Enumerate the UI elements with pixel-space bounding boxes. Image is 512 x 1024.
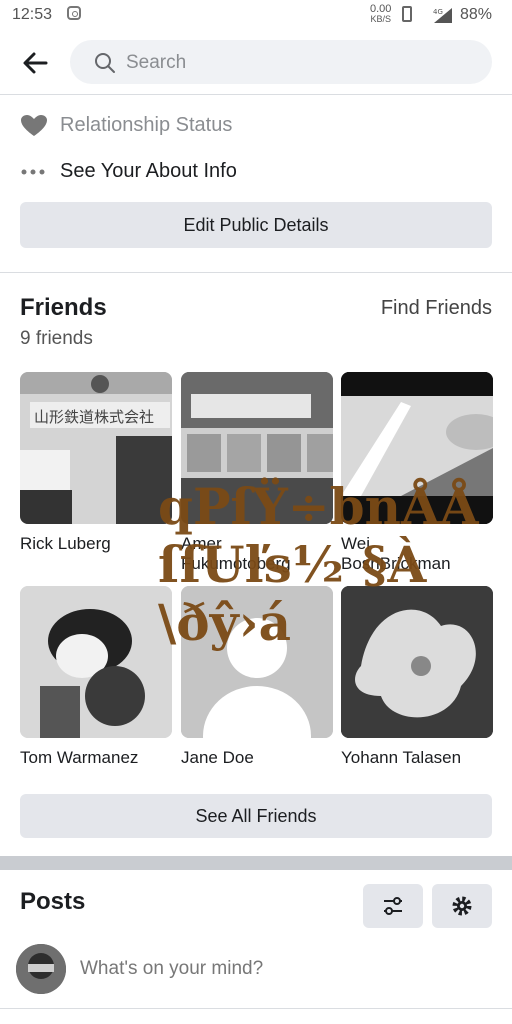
- friend-name: Tom Warmanez: [20, 748, 139, 767]
- profile-avatar[interactable]: [16, 944, 66, 994]
- relationship-status-label: Relationship Status: [60, 114, 233, 136]
- friend-card[interactable]: Jane Doe: [181, 586, 333, 768]
- default-avatar-icon: [181, 586, 333, 738]
- more-dots-icon: [21, 169, 45, 175]
- see-about-info-row[interactable]: See Your About Info: [0, 152, 512, 192]
- settings-button[interactable]: [432, 884, 492, 928]
- heart-icon: [21, 115, 47, 136]
- see-about-info-label: See Your About Info: [60, 160, 237, 182]
- station-sign: 山形鉄道株式会社: [34, 408, 154, 426]
- back-arrow-icon[interactable]: [22, 50, 48, 76]
- friend-card[interactable]: Wei BosnBrickman: [341, 372, 493, 574]
- network-speed: 0.00 KB/S: [370, 4, 391, 24]
- search-header: [0, 36, 512, 92]
- status-time: 12:53: [12, 6, 53, 23]
- friends-heading: Friends: [20, 294, 107, 321]
- search-icon: [95, 53, 115, 73]
- relationship-status-row[interactable]: Relationship Status: [0, 106, 512, 146]
- section-divider: [0, 856, 512, 870]
- gear-icon: [452, 896, 472, 916]
- avatar-photo: [16, 944, 66, 994]
- status-bar: 12:53 0.00 KB/S 4G 88%: [0, 0, 512, 30]
- station-photo: 山形鉄道株式会社: [20, 372, 172, 524]
- friend-card[interactable]: Tom Warmanez: [20, 586, 172, 768]
- friend-name: Amer Fukumotoberg: [181, 534, 291, 573]
- search-bar[interactable]: [70, 40, 492, 84]
- filter-button[interactable]: [363, 884, 423, 928]
- posts-heading: Posts: [20, 888, 86, 915]
- bridge-photo: [341, 372, 493, 524]
- network-type: 4G: [433, 8, 443, 16]
- vibrate-icon: [402, 6, 412, 22]
- friend-card[interactable]: Yohann Talasen: [341, 586, 493, 768]
- flower-photo: [341, 586, 493, 738]
- masked-portrait-photo: [20, 586, 172, 738]
- friend-photo: [341, 372, 493, 524]
- composer-divider: [0, 1008, 512, 1009]
- see-all-friends-button[interactable]: See All Friends: [20, 794, 492, 838]
- friend-name: Wei BosnBrickman: [341, 534, 451, 573]
- friend-photo: [181, 372, 333, 524]
- edit-public-details-button[interactable]: Edit Public Details: [20, 202, 492, 248]
- friend-photo: [341, 586, 493, 738]
- post-composer-input[interactable]: What's on your mind?: [80, 958, 263, 980]
- find-friends-link[interactable]: Find Friends: [381, 297, 492, 320]
- filter-icon: [384, 897, 402, 915]
- battery-level: 88%: [460, 6, 493, 23]
- friend-card[interactable]: 山形鉄道株式会社 Rick Luberg: [20, 372, 172, 554]
- signal-icon: 4G: [433, 8, 452, 23]
- instagram-icon: [67, 6, 81, 20]
- header-divider: [0, 94, 512, 95]
- friend-card[interactable]: Amer Fukumotoberg: [181, 372, 333, 574]
- friend-count: 9 friends: [20, 328, 93, 349]
- friend-name: Yohann Talasen: [341, 748, 462, 767]
- search-input[interactable]: [124, 48, 468, 78]
- friend-photo: 山形鉄道株式会社: [20, 372, 172, 524]
- friend-name: Rick Luberg: [20, 534, 111, 553]
- friend-name: Jane Doe: [181, 748, 254, 767]
- desk-photo: [181, 372, 333, 524]
- about-divider: [0, 272, 512, 273]
- friend-photo: [20, 586, 172, 738]
- default-avatar-photo: [181, 586, 333, 738]
- network-speed-unit: KB/S: [370, 14, 391, 24]
